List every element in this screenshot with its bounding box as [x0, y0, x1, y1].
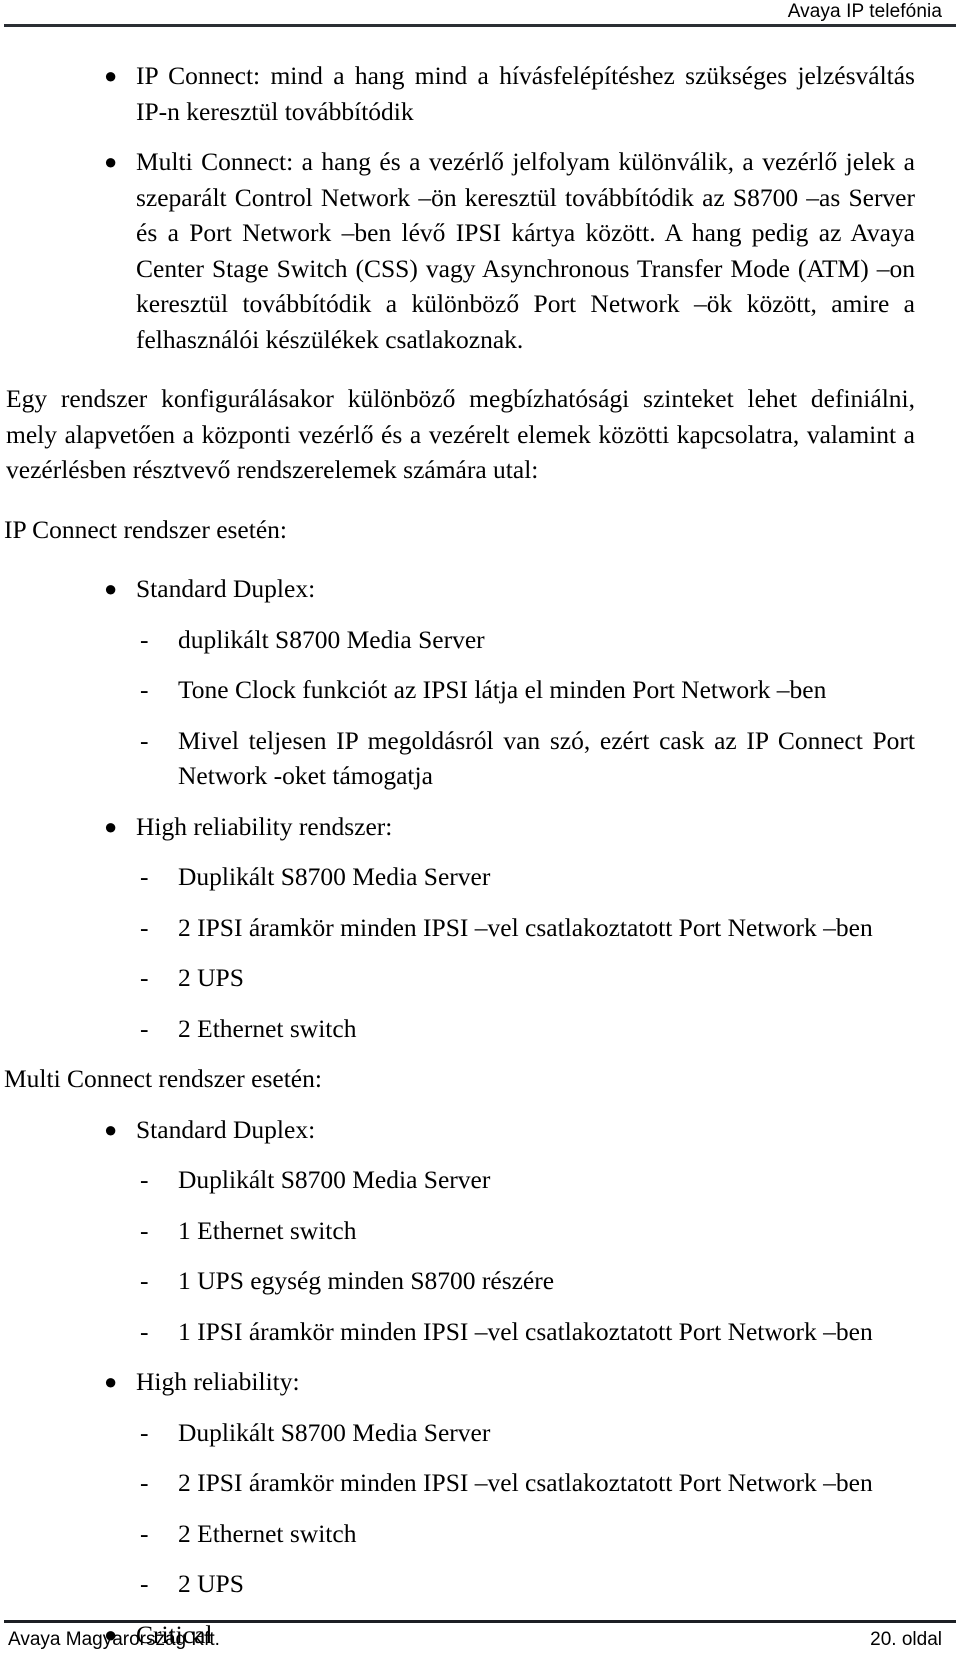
- dash-icon: -: [140, 1316, 149, 1346]
- dash-icon: -: [140, 1266, 149, 1295]
- list-item: - 2 UPS: [0, 960, 960, 996]
- list-item-text: Tone Clock funkciót az IPSI látja el min…: [178, 675, 827, 704]
- dash-icon: -: [140, 675, 149, 704]
- list-item: - 2 Ethernet switch: [0, 1516, 960, 1552]
- dash-icon: -: [140, 1417, 149, 1447]
- dash-icon: -: [140, 1518, 149, 1548]
- list-group-label-text: High reliability:: [136, 1367, 300, 1396]
- footer-divider: [4, 1620, 956, 1623]
- list-group-label: ● High reliability rendszer:: [0, 809, 960, 845]
- list-item: ● Multi Connect: a hang és a vezérlő jel…: [0, 144, 960, 357]
- list-item: ● IP Connect: mind a hang mind a hívásfe…: [0, 58, 960, 129]
- list-group-label: ● Standard Duplex:: [0, 571, 960, 607]
- list-item: - 2 IPSI áramkör minden IPSI –vel csatla…: [0, 1465, 960, 1501]
- header-title: Avaya IP telefónia: [787, 1, 942, 22]
- bullet-icon: ●: [104, 149, 118, 174]
- list-item: - 2 UPS: [0, 1566, 960, 1602]
- list-item-text: Duplikált S8700 Media Server: [178, 862, 491, 891]
- footer-company: Avaya Magyarország Kft.: [8, 1629, 220, 1650]
- list-item-text: 1 Ethernet switch: [178, 1215, 357, 1245]
- list-item-text: Duplikált S8700 Media Server: [178, 1165, 491, 1194]
- dash-icon: -: [140, 1013, 149, 1043]
- list-item-text: 1 UPS egység minden S8700 részére: [178, 1266, 555, 1295]
- page-header: Avaya IP telefónia: [4, 0, 956, 28]
- list-item-text: 2 Ethernet switch: [178, 1013, 357, 1043]
- list-item: - Duplikált S8700 Media Server: [0, 1162, 960, 1198]
- list-group-label-text: Standard Duplex:: [136, 1114, 316, 1144]
- dash-icon: -: [140, 1468, 149, 1497]
- dash-icon: -: [140, 1215, 149, 1245]
- list-item-text: Multi Connect: a hang és a vezérlő jelfo…: [136, 147, 915, 354]
- list-item-text: IP Connect: mind a hang mind a hívásfelé…: [136, 61, 915, 126]
- body-paragraph: Egy rendszer konfigurálásakor különböző …: [6, 384, 915, 484]
- dash-icon: -: [140, 624, 149, 654]
- bullet-icon: ●: [104, 813, 118, 839]
- dash-icon: -: [140, 725, 149, 755]
- bullet-icon: ●: [104, 576, 118, 601]
- list-group-label: ● High reliability:: [0, 1364, 960, 1400]
- dash-icon: -: [140, 1165, 149, 1194]
- section-lead-ip-connect: IP Connect rendszer esetén:: [4, 514, 287, 544]
- list-item: - Mivel teljesen IP megoldásról van szó,…: [0, 723, 960, 794]
- list-item: - 1 UPS egység minden S8700 részére: [0, 1263, 960, 1299]
- footer-page-number: 20. oldal: [870, 1629, 942, 1650]
- dash-icon: -: [140, 912, 149, 942]
- dash-icon: -: [140, 862, 149, 891]
- list-item: - 1 Ethernet switch: [0, 1213, 960, 1249]
- dash-icon: -: [140, 963, 149, 992]
- list-group-label-text: Standard Duplex:: [136, 574, 316, 603]
- bullet-icon: ●: [104, 1369, 118, 1394]
- list-item: - Tone Clock funkciót az IPSI látja el m…: [0, 672, 960, 708]
- document-content: ● IP Connect: mind a hang mind a hívásfe…: [0, 58, 960, 1652]
- list-item-text: 2 UPS: [178, 963, 244, 992]
- header-divider: [4, 24, 956, 27]
- list-group-label-text: High reliability rendszer:: [136, 811, 393, 841]
- list-item: - 1 IPSI áramkör minden IPSI –vel csatla…: [0, 1314, 960, 1350]
- bullet-icon: ●: [104, 1116, 118, 1142]
- dash-icon: -: [140, 1569, 149, 1598]
- list-item: - Duplikált S8700 Media Server: [0, 1415, 960, 1451]
- list-item-text: duplikált S8700 Media Server: [178, 624, 485, 654]
- list-item-text: 2 IPSI áramkör minden IPSI –vel csatlako…: [178, 912, 873, 942]
- list-item-text: Duplikált S8700 Media Server: [178, 1417, 491, 1447]
- bullet-icon: ●: [104, 63, 118, 88]
- list-item-text: Mivel teljesen IP megoldásról van szó, e…: [178, 725, 915, 791]
- section-lead-multi-connect: Multi Connect rendszer esetén:: [4, 1064, 322, 1093]
- list-item: - Duplikált S8700 Media Server: [0, 859, 960, 895]
- list-item: - duplikált S8700 Media Server: [0, 622, 960, 658]
- list-item-text: 1 IPSI áramkör minden IPSI –vel csatlako…: [178, 1316, 873, 1346]
- page-footer: Avaya Magyarország Kft. 20. oldal: [4, 1620, 956, 1678]
- list-item: - 2 Ethernet switch: [0, 1011, 960, 1047]
- document-page: Avaya IP telefónia ● IP Connect: mind a …: [0, 0, 960, 1678]
- list-item: - 2 IPSI áramkör minden IPSI –vel csatla…: [0, 910, 960, 946]
- list-group-label: ● Standard Duplex:: [0, 1112, 960, 1148]
- list-item-text: 2 UPS: [178, 1569, 244, 1598]
- list-item-text: 2 IPSI áramkör minden IPSI –vel csatlako…: [178, 1468, 873, 1497]
- list-item-text: 2 Ethernet switch: [178, 1518, 357, 1548]
